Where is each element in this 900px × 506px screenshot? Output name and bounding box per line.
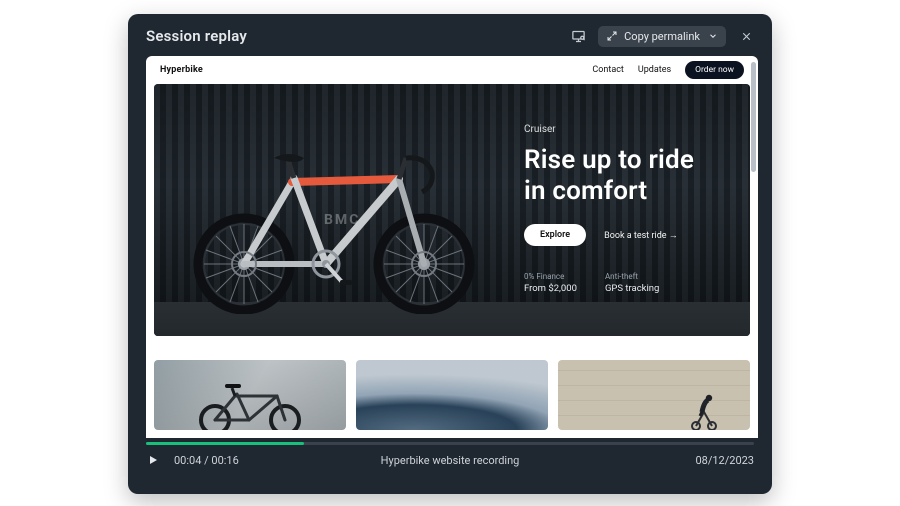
order-now-button[interactable]: Order now [685, 61, 744, 79]
hero-headline-line1: Rise up to ride [524, 145, 694, 175]
spec-antitheft: Anti-theft GPS tracking [605, 272, 659, 294]
app-title: Session replay [146, 27, 247, 45]
app-header: Session replay Copy permalink [128, 14, 772, 56]
player-bar: 00:04 / 00:16 Hyperbike website recordin… [128, 438, 772, 494]
hero-section: BMC Cruiser Rise up to ride in comfort E… [154, 84, 750, 336]
content-scrollbar[interactable] [751, 62, 756, 172]
hero-headline-line2: in comfort [524, 176, 647, 206]
hero-headline: Rise up to ride in comfort [524, 145, 726, 206]
spec-finance-value: From $2,000 [524, 283, 577, 294]
header-actions: Copy permalink [566, 24, 758, 48]
chevron-down-icon [708, 31, 718, 41]
time-total: 00:16 [211, 454, 238, 467]
book-test-ride-link[interactable]: Book a test ride → [604, 230, 678, 241]
time-display: 00:04 / 00:16 [174, 454, 239, 467]
devtools-icon[interactable] [566, 24, 590, 48]
spec-antitheft-label: Anti-theft [605, 272, 659, 281]
nav-updates[interactable]: Updates [638, 65, 671, 75]
site-nav: Contact Updates Order now [592, 61, 744, 79]
close-icon [740, 30, 753, 43]
time-current: 00:04 [174, 454, 201, 467]
site-header: Hyperbike Contact Updates Order now [146, 56, 758, 84]
player-left: 00:04 / 00:16 [146, 453, 239, 467]
progress-fill [146, 442, 304, 445]
card-1[interactable] [154, 360, 346, 430]
time-sep: / [201, 454, 211, 467]
explore-button[interactable]: Explore [524, 224, 586, 246]
close-button[interactable] [734, 24, 758, 48]
recording-date: 08/12/2023 [695, 454, 754, 467]
spec-finance-label: 0% Finance [524, 272, 577, 281]
recording-title: Hyperbike website recording [381, 454, 520, 467]
hero-copy: Cruiser Rise up to ride in comfort Explo… [524, 124, 726, 294]
site-brand[interactable]: Hyperbike [160, 65, 203, 75]
svg-text:BMC: BMC [324, 212, 360, 228]
hero-eyebrow: Cruiser [524, 124, 726, 135]
progress-track[interactable] [146, 442, 754, 445]
play-button[interactable] [146, 453, 160, 467]
spec-antitheft-value: GPS tracking [605, 283, 659, 294]
card-2[interactable] [356, 360, 548, 430]
copy-permalink-label: Copy permalink [624, 30, 700, 43]
hero-specs: 0% Finance From $2,000 Anti-theft GPS tr… [524, 272, 726, 294]
viewport-container: Hyperbike Contact Updates Order now [128, 56, 772, 438]
recorded-page[interactable]: Hyperbike Contact Updates Order now [146, 56, 758, 438]
expand-icon [606, 30, 618, 42]
nav-contact[interactable]: Contact [592, 65, 623, 75]
play-icon [147, 454, 159, 466]
hero-cta-row: Explore Book a test ride → [524, 224, 726, 246]
copy-permalink-button[interactable]: Copy permalink [598, 26, 726, 47]
session-replay-window: Session replay Copy permalink Hyperb [128, 14, 772, 494]
hero-bike-image: BMC [174, 114, 494, 314]
card-3-image [686, 382, 720, 430]
spec-finance: 0% Finance From $2,000 [524, 272, 577, 294]
card-row [154, 360, 750, 430]
card-1-image [185, 376, 315, 430]
card-3[interactable] [558, 360, 750, 430]
